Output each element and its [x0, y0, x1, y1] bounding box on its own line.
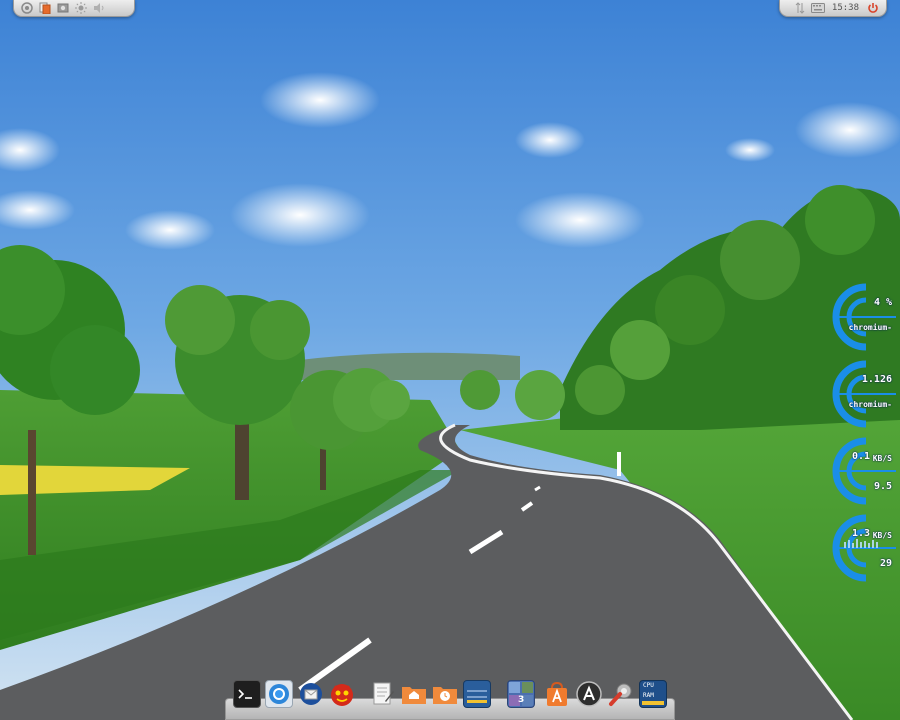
download-speed: 0.1 [851, 451, 870, 462]
software-center-icon[interactable] [543, 680, 571, 708]
brightness-icon[interactable] [74, 1, 88, 15]
game-icon[interactable] [328, 680, 356, 708]
dock: 3 CPU RAM [225, 676, 675, 720]
conky-network-up-widget: 1.3 KB/S 29 [822, 512, 896, 584]
upload-total: 29 [879, 558, 892, 569]
workspace-number: 3 [518, 695, 525, 705]
keyboard-icon[interactable] [810, 1, 825, 15]
top-right-panel: 15:38 [779, 0, 887, 17]
home-folder-icon[interactable] [400, 680, 428, 708]
workspace-switcher-icon[interactable]: 3 [507, 680, 535, 708]
download-speed-unit: KB/S [872, 454, 892, 463]
upload-speed-unit: KB/S [872, 531, 892, 540]
conky-cpu-widget: 4 % chromium- [822, 281, 896, 353]
chromium-icon[interactable] [265, 680, 293, 708]
power-icon[interactable] [866, 1, 880, 15]
app-launcher-icon[interactable] [575, 680, 603, 708]
cpu-ram-widget-icon[interactable]: CPU RAM [639, 680, 667, 708]
cpu-top-process: chromium- [848, 323, 892, 332]
network-icon[interactable] [793, 1, 807, 15]
download-total: 9.5 [873, 481, 892, 492]
volume-icon[interactable] [92, 1, 106, 15]
desktop-wallpaper [0, 0, 900, 720]
settings-icon[interactable] [20, 1, 34, 15]
conky-network-down-widget: 0.1 KB/S 9.5 [822, 435, 896, 507]
recent-folder-icon[interactable] [431, 680, 459, 708]
system-settings-icon[interactable] [607, 680, 635, 708]
upload-speed: 1.3 [851, 528, 870, 539]
thunderbird-icon[interactable] [297, 680, 325, 708]
terminal-icon[interactable] [233, 680, 261, 708]
top-left-panel [13, 0, 135, 17]
memory-top-process: chromium- [848, 400, 892, 409]
cpu-usage: 4 % [873, 297, 892, 308]
files-icon[interactable] [38, 1, 52, 15]
conky-memory-widget: 1.126 chromium- [822, 358, 896, 430]
monitor-widget-icon[interactable] [463, 680, 491, 708]
text-editor-icon[interactable] [369, 680, 397, 708]
clock[interactable]: 15:38 [832, 3, 859, 13]
screenshot-icon[interactable] [56, 1, 70, 15]
memory-usage: 1.126 [861, 374, 892, 385]
